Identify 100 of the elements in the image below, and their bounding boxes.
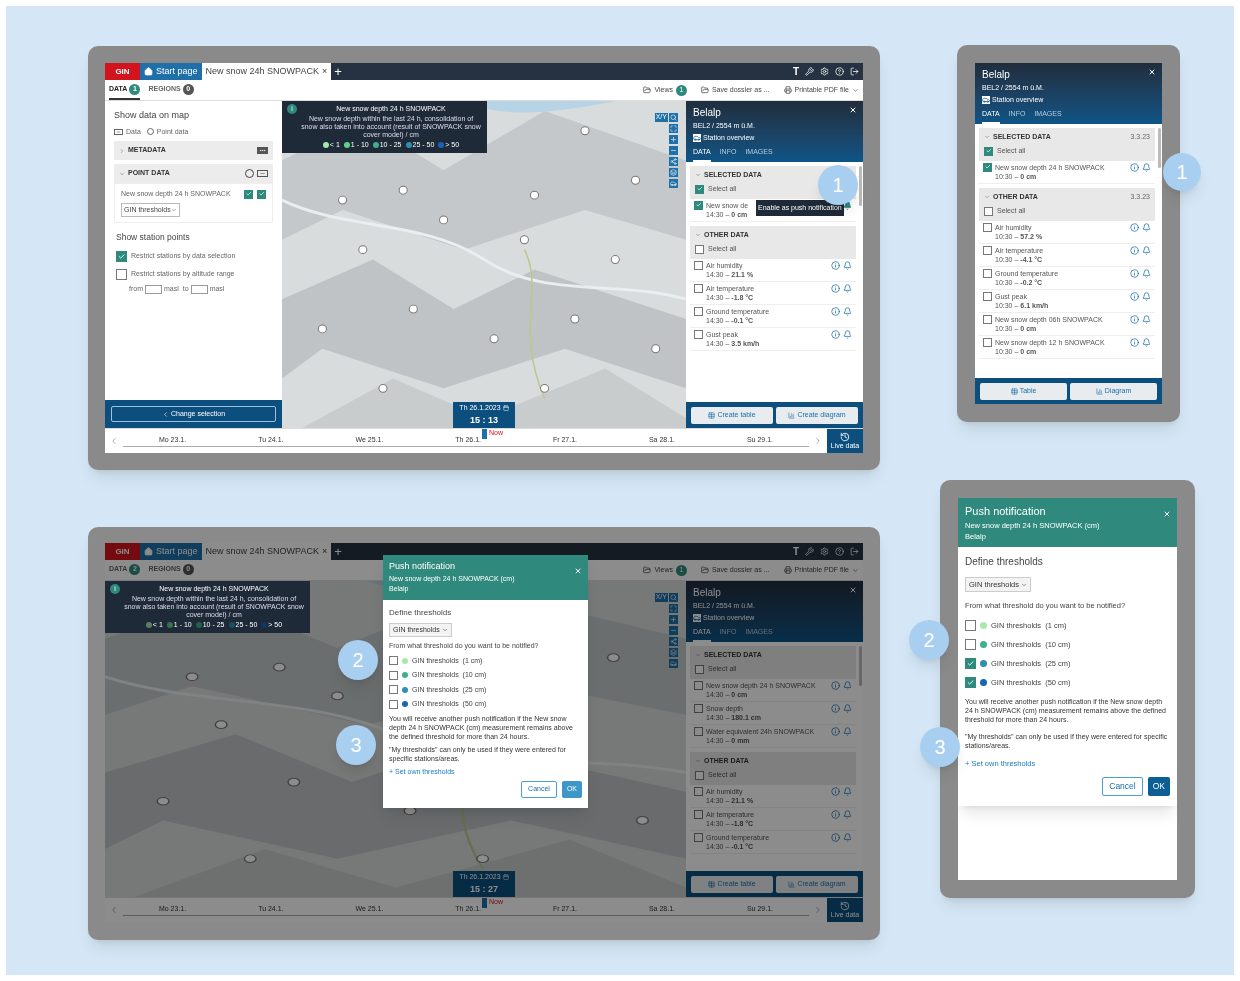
add-tab-button[interactable]: + — [331, 63, 345, 80]
checkbox[interactable] — [694, 680, 703, 690]
checkbox[interactable] — [116, 250, 127, 262]
station-marker[interactable] — [358, 245, 368, 255]
checkbox[interactable] — [694, 726, 703, 736]
info-icon[interactable] — [831, 832, 840, 842]
station-marker[interactable] — [476, 854, 490, 864]
document-tab[interactable]: New snow 24h SNOWPACK × — [201, 543, 332, 560]
map-tool-icon[interactable] — [669, 637, 678, 646]
search-icon[interactable] — [669, 593, 678, 602]
scrollbar[interactable] — [1158, 127, 1161, 168]
checkbox[interactable] — [695, 770, 704, 780]
chevron-right-icon[interactable] — [813, 905, 823, 915]
chevron-right-icon[interactable] — [813, 436, 823, 446]
checkbox[interactable] — [695, 664, 704, 674]
close-icon[interactable] — [849, 106, 857, 114]
station-marker[interactable] — [398, 185, 408, 195]
checkbox[interactable] — [695, 244, 704, 254]
settings-icon[interactable] — [820, 67, 829, 76]
checkbox[interactable] — [694, 329, 703, 339]
altitude-field[interactable] — [190, 284, 208, 294]
info-icon[interactable] — [1130, 162, 1139, 172]
checkbox[interactable] — [983, 268, 992, 278]
map-tool-icon[interactable] — [669, 157, 678, 166]
map-tool-icon[interactable] — [669, 179, 678, 188]
checkbox[interactable] — [694, 306, 703, 316]
station-marker[interactable] — [287, 777, 301, 787]
station-marker[interactable] — [580, 126, 590, 136]
station-marker[interactable] — [272, 662, 286, 672]
station-marker[interactable] — [317, 324, 327, 334]
chevron-left-icon[interactable] — [109, 905, 119, 915]
checkbox[interactable] — [116, 268, 127, 280]
checkbox[interactable] — [694, 200, 703, 210]
station-marker[interactable] — [630, 175, 641, 185]
station-marker[interactable] — [570, 314, 580, 324]
checkbox[interactable] — [694, 283, 703, 293]
start-page-tab[interactable]: Start page — [140, 63, 202, 80]
close-icon[interactable]: × — [321, 64, 328, 79]
map-tool-icon[interactable] — [669, 648, 678, 657]
info-icon[interactable] — [831, 283, 840, 293]
text-tool-button[interactable]: T — [792, 64, 799, 79]
station-marker[interactable] — [636, 815, 649, 825]
checkbox[interactable] — [965, 677, 976, 689]
station-marker[interactable] — [156, 796, 170, 806]
checkbox[interactable] — [694, 703, 703, 713]
checkbox[interactable] — [389, 699, 398, 709]
help-icon[interactable] — [835, 67, 844, 76]
checkbox[interactable] — [694, 809, 703, 819]
checkbox[interactable] — [694, 832, 703, 842]
station-marker[interactable] — [606, 653, 620, 663]
checkbox[interactable] — [244, 189, 253, 199]
altitude-field[interactable] — [145, 284, 162, 294]
station-marker[interactable] — [378, 383, 388, 393]
help-icon[interactable] — [835, 547, 844, 556]
info-icon[interactable] — [1130, 268, 1139, 278]
text-tool-button[interactable]: T — [792, 544, 799, 559]
add-tab-button[interactable]: + — [331, 543, 345, 560]
station-marker[interactable] — [185, 672, 199, 682]
info-icon[interactable] — [831, 260, 840, 270]
station-marker[interactable] — [214, 720, 228, 730]
checkbox[interactable] — [389, 670, 398, 680]
checkbox[interactable] — [965, 619, 976, 631]
checkbox[interactable] — [389, 656, 398, 666]
info-icon[interactable] — [831, 809, 840, 819]
map-tool-icon[interactable] — [669, 135, 678, 144]
station-marker[interactable] — [439, 215, 449, 225]
station-marker[interactable] — [529, 190, 540, 200]
info-icon[interactable] — [1130, 337, 1139, 347]
wrench-icon[interactable] — [805, 547, 814, 556]
checkbox[interactable] — [389, 685, 398, 695]
station-marker[interactable] — [519, 235, 529, 245]
settings-icon[interactable] — [820, 547, 829, 556]
station-marker[interactable] — [610, 255, 620, 264]
checkbox[interactable] — [257, 189, 266, 199]
station-marker[interactable] — [331, 691, 344, 701]
checkbox[interactable] — [694, 260, 703, 270]
station-marker[interactable] — [651, 344, 661, 354]
checkbox[interactable] — [984, 146, 993, 156]
logout-icon[interactable] — [850, 547, 859, 556]
map-tool-icon[interactable] — [669, 626, 678, 635]
cancel-button[interactable]: Cancel — [1102, 776, 1143, 796]
info-icon[interactable] — [831, 786, 840, 796]
checkbox[interactable] — [695, 184, 704, 194]
map-tool-icon[interactable] — [669, 146, 678, 155]
info-icon[interactable] — [831, 680, 840, 690]
scrollbar[interactable] — [859, 645, 862, 686]
info-icon[interactable] — [831, 703, 840, 713]
station-marker[interactable] — [243, 854, 257, 864]
logout-icon[interactable] — [850, 67, 859, 76]
checkbox[interactable] — [983, 222, 992, 232]
checkbox[interactable] — [983, 337, 992, 347]
scrollbar[interactable] — [859, 165, 862, 206]
station-marker[interactable] — [338, 195, 348, 205]
checkbox[interactable] — [965, 638, 976, 650]
checkbox[interactable] — [983, 245, 992, 255]
checkbox[interactable] — [983, 162, 992, 172]
checkbox[interactable] — [694, 786, 703, 796]
wrench-icon[interactable] — [805, 67, 814, 76]
info-icon[interactable] — [831, 726, 840, 736]
checkbox[interactable] — [965, 658, 976, 670]
